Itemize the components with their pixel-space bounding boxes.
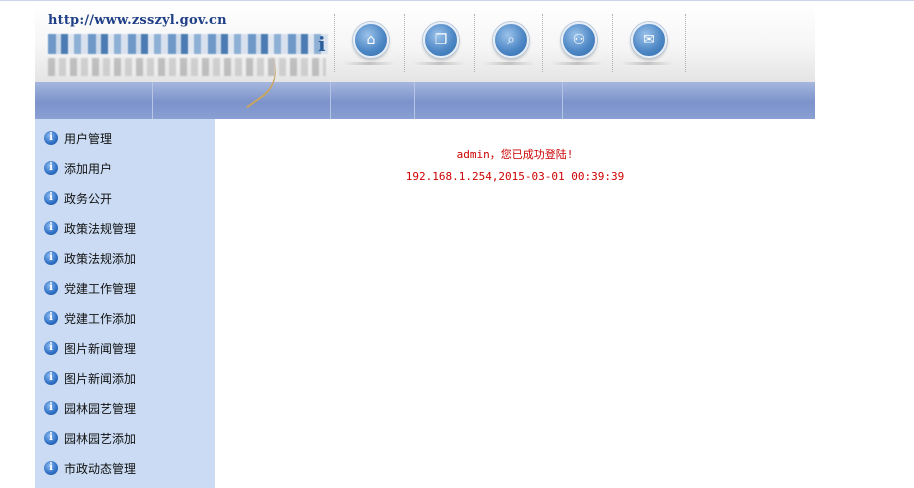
sidebar-item-label: 用户管理 (64, 131, 113, 146)
sidebar-item-photo-news-add[interactable]: i 图片新闻添加 (35, 363, 215, 393)
sidebar-item-party-manage[interactable]: i 党建工作管理 (35, 273, 215, 303)
sidebar-item-policy-manage[interactable]: i 政策法规管理 (35, 213, 215, 243)
site-url: http://www.zsszyl.gov.cn (48, 13, 227, 28)
info-icon: i (44, 281, 58, 295)
home-button[interactable]: ⌂ (334, 14, 403, 72)
logo-info-icon: i (318, 32, 326, 56)
sidebar-menu: i 用户管理 i 添加用户 i 政务公开 i 政策法规管理 i 政策法规添加 i… (35, 119, 215, 488)
icon-bar-divider (685, 14, 687, 72)
sidebar-item-gardening-manage[interactable]: i 园林园艺管理 (35, 393, 215, 423)
copy-icon: ❐ (423, 22, 459, 58)
site-logo-reflection (48, 58, 326, 76)
mail-icon: ✉ (631, 22, 667, 58)
info-icon: i (44, 341, 58, 355)
login-ip-timestamp: 192.168.1.254,2015-03-01 00:39:39 (405, 170, 625, 183)
info-icon: i (44, 161, 58, 175)
sidebar-item-policy-add[interactable]: i 政策法规添加 (35, 243, 215, 273)
sidebar-item-label: 图片新闻添加 (64, 371, 137, 386)
sidebar-item-photo-news-manage[interactable]: i 图片新闻管理 (35, 333, 215, 363)
sidebar-item-label: 政策法规添加 (64, 251, 137, 266)
site-header: http://www.zsszyl.gov.cn i ⌂ ❐ ⌕ ⚇ ✉ (35, 2, 815, 83)
sidebar-item-label: 园林园艺管理 (64, 401, 137, 416)
info-icon: i (44, 191, 58, 205)
sidebar-item-label: 园林园艺添加 (64, 431, 137, 446)
info-icon: i (44, 431, 58, 445)
sidebar-item-user-manage[interactable]: i 用户管理 (35, 123, 215, 153)
nav-band (35, 53, 815, 119)
nav-segment (35, 82, 153, 119)
sidebar-item-label: 市政动态管理 (64, 461, 137, 476)
search-button[interactable]: ⌕ (474, 14, 543, 72)
info-icon: i (44, 251, 58, 265)
nav-segment (415, 82, 563, 119)
mail-button[interactable]: ✉ (612, 14, 681, 72)
info-icon: i (44, 461, 58, 475)
sitemap-button[interactable]: ⚇ (542, 14, 611, 72)
sidebar-item-label: 政务公开 (64, 191, 113, 206)
copy-button[interactable]: ❐ (404, 14, 473, 72)
sidebar-item-label: 党建工作管理 (64, 281, 137, 296)
info-icon: i (44, 131, 58, 145)
sidebar-item-label: 政策法规管理 (64, 221, 137, 236)
info-icon: i (44, 401, 58, 415)
info-icon: i (44, 311, 58, 325)
nav-segment (331, 82, 415, 119)
sidebar-item-gov-affairs[interactable]: i 政务公开 (35, 183, 215, 213)
info-icon: i (44, 371, 58, 385)
sidebar-item-municipal-news-manage[interactable]: i 市政动态管理 (35, 453, 215, 483)
sidebar-item-gardening-add[interactable]: i 园林园艺添加 (35, 423, 215, 453)
sitemap-icon: ⚇ (561, 22, 597, 58)
sidebar-item-party-add[interactable]: i 党建工作添加 (35, 303, 215, 333)
search-icon: ⌕ (493, 22, 529, 58)
home-icon: ⌂ (353, 22, 389, 58)
login-success-message: admin，您已成功登陆! (456, 148, 574, 161)
sidebar-item-label: 党建工作添加 (64, 311, 137, 326)
info-icon: i (44, 221, 58, 235)
sidebar-item-label: 添加用户 (64, 161, 113, 176)
site-logo (48, 34, 328, 54)
sidebar-item-add-user[interactable]: i 添加用户 (35, 153, 215, 183)
sidebar-item-label: 图片新闻管理 (64, 341, 137, 356)
